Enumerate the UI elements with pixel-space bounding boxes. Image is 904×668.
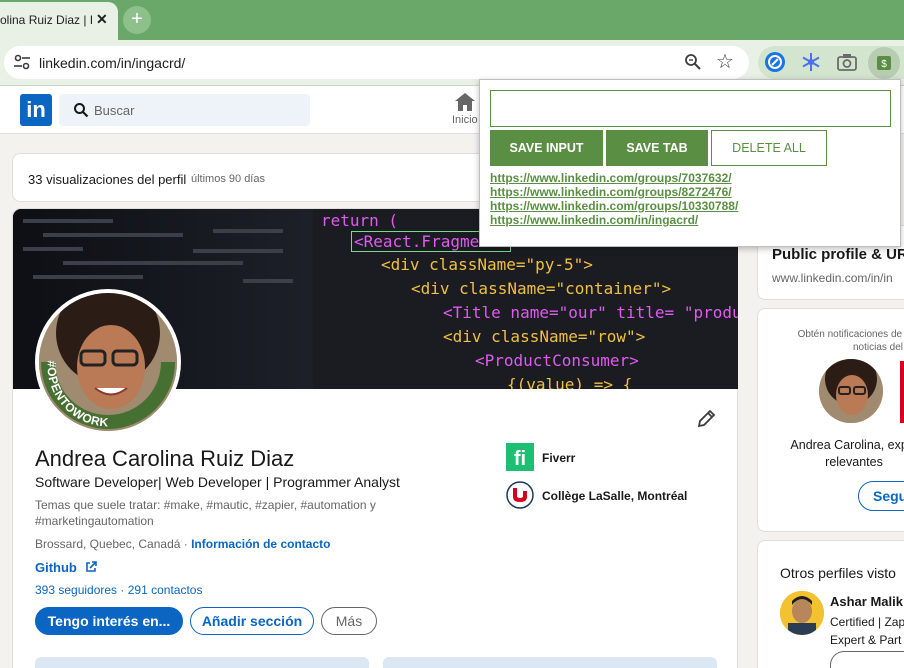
tab-title: olina Ruiz Diaz | L <box>0 13 92 27</box>
college-lasalle-logo-icon <box>506 481 534 509</box>
search-input[interactable]: Buscar <box>59 94 310 126</box>
active-extension-button[interactable]: $ <box>868 47 900 79</box>
followers-link[interactable]: 393 seguidores <box>35 583 117 597</box>
ad-message: Andrea Carolina, explo relevantes <box>774 437 904 471</box>
network-stats: 393 seguidores · 291 contactos <box>35 583 203 597</box>
open-to-work-badge: #OPENTOWORK <box>44 360 109 429</box>
browser-tab[interactable]: olina Ruiz Diaz | L ✕ <box>0 2 118 40</box>
ad-message-line: relevantes <box>825 455 883 469</box>
person-name[interactable]: Ashar Malik <box>830 594 903 609</box>
address-bar[interactable]: linkedin.com/in/ingacrd/ ☆ <box>4 46 749 79</box>
extension-snowflake-icon[interactable] <box>800 51 822 73</box>
home-icon[interactable] <box>454 92 476 112</box>
linkedin-logo[interactable]: in <box>20 94 52 126</box>
ad-text-line: noticias del <box>852 342 904 353</box>
camera-icon[interactable] <box>836 51 858 73</box>
public-profile-url: www.linkedin.com/in/in <box>772 271 893 285</box>
person-avatar-illustration <box>780 591 824 635</box>
ad-logo-strip <box>900 361 904 423</box>
bookmark-star-icon[interactable]: ☆ <box>716 51 734 73</box>
github-label: Github <box>35 560 77 575</box>
extension-blue-icon[interactable] <box>764 51 786 73</box>
close-tab-icon[interactable]: ✕ <box>96 11 108 28</box>
url-text[interactable]: linkedin.com/in/ingacrd/ <box>39 55 185 71</box>
svg-text:#OPENTOWORK: #OPENTOWORK <box>44 360 109 429</box>
ad-text-line: Obtén notificaciones de a <box>797 329 904 340</box>
ad-follow-button[interactable]: Segu <box>858 481 904 511</box>
saved-links-list: https://www.linkedin.com/groups/7037632/… <box>490 171 738 227</box>
browser-tab-bar: olina Ruiz Diaz | L ✕ + <box>0 0 904 40</box>
open-to-button[interactable]: Tengo interés en... <box>35 607 183 635</box>
profile-card: return ( <React.Fragment> <div className… <box>12 208 738 668</box>
profile-name: Andrea Carolina Ruiz Diaz <box>35 446 295 471</box>
add-section-button[interactable]: Añadir sección <box>190 607 314 635</box>
banner-code-line: <div className="row"> <box>443 327 646 346</box>
delete-all-button[interactable]: DELETE ALL <box>711 130 827 166</box>
location-separator: · <box>180 537 192 551</box>
link-saver-extension-icon: $ <box>877 56 891 70</box>
other-profiles-card: Otros perfiles visto Ashar Malik Certifi… <box>757 540 904 668</box>
ad-card: Obtén notificaciones de a noticias del A… <box>757 308 904 532</box>
profile-location: Brossard, Quebec, Canadá <box>35 537 181 551</box>
banner-code-line: <div className="py-5"> <box>381 255 593 274</box>
open-to-work-text: #OPENTOWORK <box>44 360 108 429</box>
new-tab-button[interactable]: + <box>123 6 151 34</box>
ad-message-line: Andrea Carolina, explo <box>790 438 904 452</box>
person-connect-button[interactable] <box>830 651 904 668</box>
search-icon <box>74 103 89 118</box>
extension-popup: SAVE INPUT SAVE TAB DELETE ALL https://w… <box>479 79 901 247</box>
person-headline: Expert & Part <box>830 633 902 647</box>
profile-avatar[interactable]: #OPENTOWORK <box>35 289 181 435</box>
profile-section-tile[interactable] <box>35 657 369 668</box>
svg-text:$: $ <box>881 59 887 70</box>
github-link[interactable]: Github <box>35 560 97 575</box>
saved-link-item: https://www.linkedin.com/groups/7037632/ <box>490 171 738 185</box>
person-avatar[interactable] <box>780 591 824 635</box>
search-placeholder: Buscar <box>94 103 135 118</box>
company-name: Collège LaSalle, Montréal <box>542 489 688 503</box>
profile-views-period: últimos 90 días <box>191 173 265 185</box>
saved-link[interactable]: https://www.linkedin.com/groups/10330788… <box>490 199 738 213</box>
extensions-area: $ <box>758 46 904 79</box>
profile-topics: Temas que suele tratar: #make, #mautic, … <box>35 498 376 528</box>
nav-home-label[interactable]: Inicio <box>452 114 478 126</box>
saved-link[interactable]: https://www.linkedin.com/groups/8272476/ <box>490 185 732 199</box>
public-profile-title[interactable]: Public profile & UR <box>772 246 904 263</box>
banner-code-line: {(value) => { <box>507 375 633 389</box>
connections-link[interactable]: 291 contactos <box>128 583 203 597</box>
svg-text:fi: fi <box>514 448 526 470</box>
saved-link-item: https://www.linkedin.com/in/ingacrd/ <box>490 213 738 227</box>
profile-section-tile[interactable] <box>383 657 717 668</box>
zoom-icon[interactable] <box>684 53 702 71</box>
profile-headline: Software Developer| Web Developer | Prog… <box>35 474 400 490</box>
fiverr-logo-icon: fi <box>506 443 534 471</box>
save-tab-button[interactable]: SAVE TAB <box>606 130 708 166</box>
ad-avatar-illustration <box>819 359 883 423</box>
banner-code-line: <div className="container"> <box>411 279 672 298</box>
banner-code-line: <ProductConsumer> <box>475 351 639 370</box>
popup-text-input[interactable] <box>490 90 891 127</box>
external-link-icon <box>85 561 97 572</box>
banner-code-line: return ( <box>321 211 399 230</box>
saved-link-item: https://www.linkedin.com/groups/10330788… <box>490 199 738 213</box>
site-settings-icon[interactable] <box>13 54 31 70</box>
saved-link-item: https://www.linkedin.com/groups/8272476/ <box>490 185 738 199</box>
banner-code-line: <Title name="our" title= "product <box>443 303 738 322</box>
edit-pencil-icon[interactable] <box>696 409 716 429</box>
other-profiles-title: Otros perfiles visto <box>780 565 896 581</box>
person-headline: Certified | Zap <box>830 615 904 629</box>
save-input-button[interactable]: SAVE INPUT <box>490 130 603 166</box>
profile-location-row: Brossard, Quebec, Canadá · Información d… <box>35 537 330 551</box>
saved-link[interactable]: https://www.linkedin.com/in/ingacrd/ <box>490 213 698 227</box>
saved-link[interactable]: https://www.linkedin.com/groups/7037632/ <box>490 171 732 185</box>
company-name: Fiverr <box>542 451 576 465</box>
contact-info-link[interactable]: Información de contacto <box>191 537 330 551</box>
ad-avatar <box>819 359 883 423</box>
more-button[interactable]: Más <box>321 607 377 635</box>
profile-views-count[interactable]: 33 visualizaciones del perfil <box>28 172 186 187</box>
